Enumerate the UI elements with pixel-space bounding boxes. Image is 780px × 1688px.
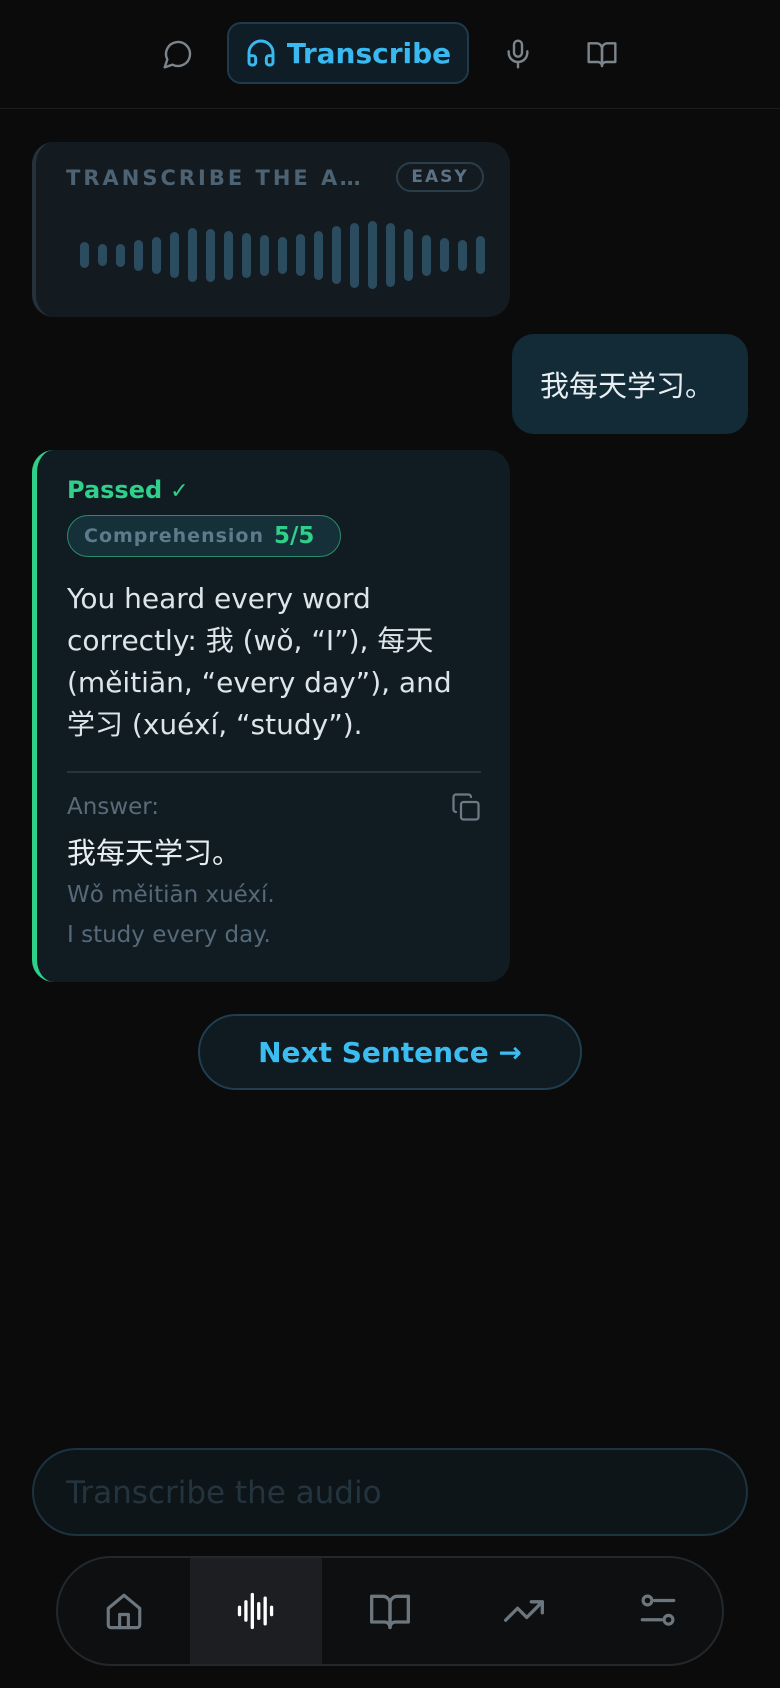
waveform-bar (242, 233, 251, 278)
trending-up-icon (502, 1589, 546, 1633)
microphone-icon[interactable] (496, 32, 540, 76)
waveform-bar (386, 223, 395, 287)
audio-prompt-card[interactable]: TRANSCRIBE THE AUDIO EASY (32, 142, 510, 317)
waveform-bar (98, 244, 107, 266)
copy-icon[interactable] (451, 792, 483, 824)
answer-label: Answer: (67, 794, 160, 820)
waveform-bar (80, 242, 89, 268)
waveform-bar (350, 223, 359, 288)
waveform-bar (332, 226, 341, 284)
answer-translation: I study every day. (67, 922, 271, 948)
result-card: Passed ✓ Comprehension 5/5 You heard ever… (32, 450, 510, 982)
nav-progress[interactable] (458, 1558, 590, 1664)
answer-pinyin: Wǒ měitiān xuéxí. (67, 882, 275, 908)
user-message-text: 我每天学习。 (540, 369, 715, 403)
waveform-bar (206, 229, 215, 282)
chat-bubble-icon[interactable] (156, 32, 200, 76)
waveform-bar (152, 237, 161, 274)
book-icon (368, 1589, 412, 1633)
difficulty-badge: EASY (396, 162, 484, 192)
answer-text: 我每天学习。 (67, 836, 242, 870)
nav-audio[interactable] (190, 1558, 322, 1664)
waveform-bar (476, 236, 485, 274)
tab-transcribe[interactable]: Transcribe (227, 22, 469, 84)
waveform-bar (278, 237, 287, 274)
waveform-bar (170, 232, 179, 278)
transcription-input[interactable] (64, 1450, 718, 1536)
waveform-bar (260, 235, 269, 276)
waveform-bar (368, 221, 377, 289)
waveform-bar (134, 240, 143, 271)
result-status-label: Passed (67, 476, 163, 504)
nav-settings[interactable] (592, 1558, 722, 1664)
result-status: Passed ✓ (67, 476, 189, 504)
next-sentence-label: Next Sentence → (258, 1035, 522, 1069)
checkmark-icon: ✓ (170, 479, 189, 504)
metric-score: 5/5 (274, 523, 315, 549)
nav-home[interactable] (58, 1558, 190, 1664)
feedback-text: You heard every word correctly: 我 (wǒ, “… (67, 582, 452, 741)
waveform-bar (188, 228, 197, 282)
transcription-input-container (32, 1448, 748, 1536)
waveform-bar (296, 234, 305, 276)
waveform-bar (440, 238, 449, 272)
waveform-bar (314, 231, 323, 280)
tab-transcribe-label: Transcribe (286, 36, 452, 70)
divider (67, 771, 481, 773)
user-message-bubble: 我每天学习。 (512, 334, 748, 434)
sliders-icon (637, 1590, 679, 1632)
waveform-bar (116, 244, 125, 267)
audio-waveform-icon (234, 1589, 278, 1633)
comprehension-badge: Comprehension 5/5 (67, 515, 341, 557)
audio-waveform[interactable] (80, 220, 485, 290)
audio-card-title: TRANSCRIBE THE AUDIO (66, 166, 376, 190)
bottom-navigation (56, 1556, 724, 1666)
waveform-bar (404, 229, 413, 281)
nav-library[interactable] (324, 1558, 456, 1664)
waveform-bar (458, 240, 467, 271)
next-sentence-button[interactable]: Next Sentence → (198, 1014, 582, 1090)
book-icon[interactable] (580, 32, 624, 76)
top-navigation: Transcribe (0, 0, 780, 109)
headphones-icon (245, 37, 277, 69)
waveform-bar (422, 235, 431, 276)
waveform-bar (224, 231, 233, 280)
home-icon (103, 1590, 145, 1632)
metric-label: Comprehension (84, 525, 264, 547)
